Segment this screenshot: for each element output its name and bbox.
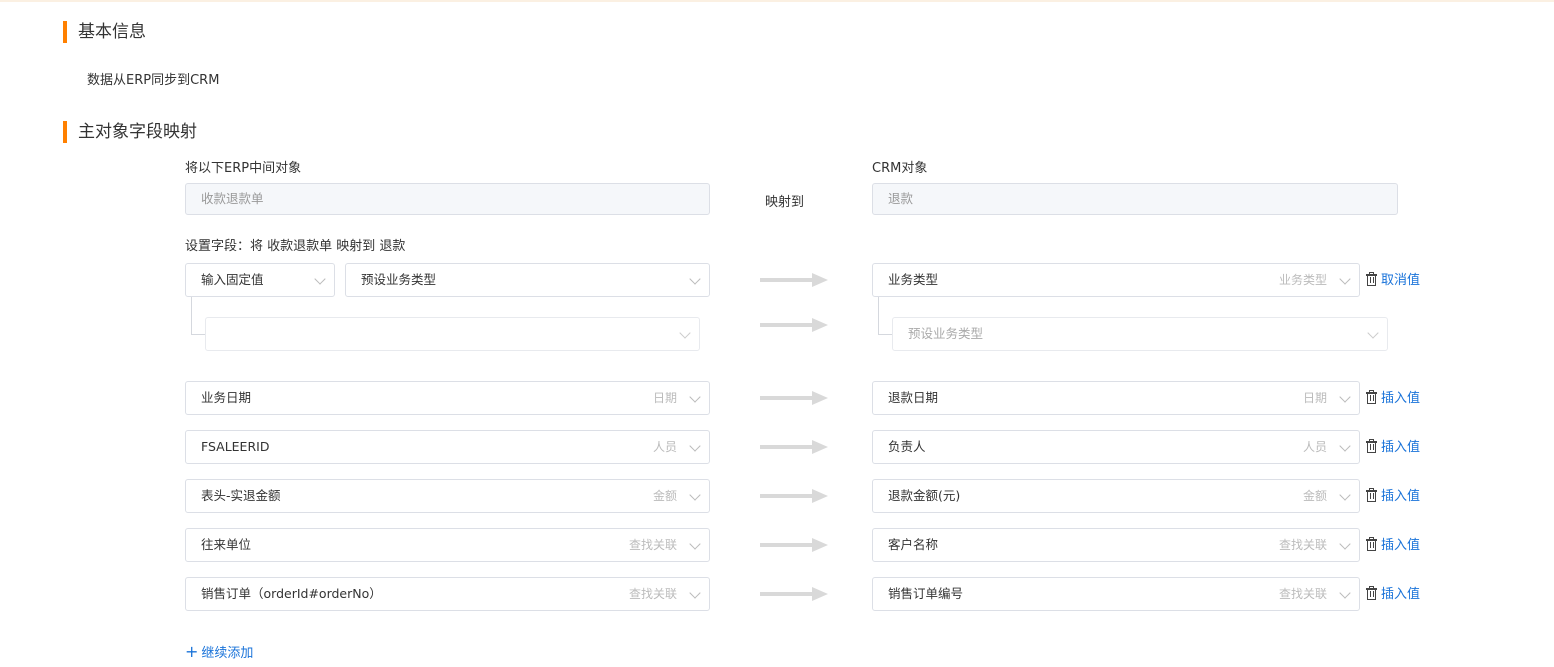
trash-icon (1366, 272, 1377, 286)
chevron-down-icon (1339, 538, 1351, 550)
erp-field-text: 销售订单（orderId#orderNo） (201, 586, 382, 601)
chevron-down-icon (1339, 489, 1351, 501)
chevron-down-icon (1339, 391, 1351, 403)
crm-object-value: 退款 (888, 191, 914, 206)
chevron-down-icon (689, 538, 701, 550)
erp-field-text: 往来单位 (201, 537, 252, 552)
mapping-arrow-icon (760, 391, 828, 405)
erp-field-select[interactable]: 销售订单（orderId#orderNo） 查找关联 (185, 577, 710, 611)
insert-value-button[interactable]: 插入值 (1366, 487, 1420, 507)
insert-value-button[interactable]: 插入值 (1366, 389, 1420, 409)
insert-value-button[interactable]: 插入值 (1366, 438, 1420, 458)
trash-icon (1366, 390, 1377, 404)
insert-value-button[interactable]: 插入值 (1366, 536, 1420, 556)
value-mode-text: 输入固定值 (201, 272, 264, 287)
crm-field-text: 销售订单编号 (888, 586, 964, 601)
chevron-down-icon (1339, 273, 1351, 285)
mapping-arrow-icon (760, 489, 828, 503)
chevron-down-icon (689, 440, 701, 452)
erp-sub-select[interactable] (205, 317, 700, 351)
crm-field-type-hint: 查找关联 (1278, 587, 1327, 601)
erp-field-type-hint: 查找关联 (628, 587, 677, 601)
erp-field-select[interactable]: FSALEERID 人员 (185, 430, 710, 464)
add-more-label: 继续添加 (201, 646, 254, 661)
erp-field-type-hint: 日期 (652, 391, 677, 405)
cancel-value-button[interactable]: 取消值 (1366, 271, 1420, 291)
crm-field-text: 退款金额(元) (888, 488, 961, 503)
crm-field-type-hint: 查找关联 (1278, 538, 1327, 552)
erp-field-type-hint: 金额 (652, 489, 677, 503)
mapping-arrow-icon (760, 538, 828, 552)
crm-field-text: 客户名称 (888, 537, 939, 552)
crm-object-input: 退款 (872, 183, 1398, 215)
insert-value-label: 插入值 (1381, 489, 1421, 504)
mapping-arrow-icon (760, 273, 828, 287)
crm-field-select[interactable]: 客户名称 查找关联 (872, 528, 1360, 562)
value-mode-select[interactable]: 输入固定值 (185, 263, 335, 297)
crm-field-type-hint: 业务类型 (1278, 273, 1327, 287)
cancel-value-label: 取消值 (1381, 273, 1421, 288)
add-more-button[interactable]: + 继续添加 (185, 642, 253, 661)
crm-object-label: CRM对象 (872, 161, 928, 176)
chevron-down-icon (689, 273, 701, 285)
chevron-down-icon (689, 391, 701, 403)
erp-object-value: 收款退款单 (201, 191, 264, 206)
trash-icon (1366, 439, 1377, 453)
erp-object-label: 将以下ERP中间对象 (185, 161, 302, 176)
tree-connector (878, 297, 892, 335)
insert-value-label: 插入值 (1381, 391, 1421, 406)
crm-field-select[interactable]: 退款日期 日期 (872, 381, 1360, 415)
erp-field-text: FSALEERID (201, 439, 270, 454)
set-fields-label: 设置字段：将 收款退款单 映射到 退款 (185, 239, 406, 254)
crm-field-type-hint: 日期 (1302, 391, 1327, 405)
chevron-down-icon (1367, 327, 1379, 339)
erp-field-select[interactable]: 业务日期 日期 (185, 381, 710, 415)
erp-field-select[interactable]: 往来单位 查找关联 (185, 528, 710, 562)
crm-field-select[interactable]: 销售订单编号 查找关联 (872, 577, 1360, 611)
erp-field-type-hint: 人员 (652, 440, 677, 454)
section-title-field-mapping: 主对象字段映射 (63, 120, 197, 144)
crm-field-select[interactable]: 退款金额(元) 金额 (872, 479, 1360, 513)
mapping-arrow-icon (760, 318, 828, 332)
crm-field-type-hint: 人员 (1302, 440, 1327, 454)
chevron-down-icon (1339, 440, 1351, 452)
erp-field-text: 表头-实退金额 (201, 488, 281, 503)
plus-icon: + (185, 642, 199, 661)
insert-value-label: 插入值 (1381, 440, 1421, 455)
trash-icon (1366, 537, 1377, 551)
crm-field-select[interactable]: 负责人 人员 (872, 430, 1360, 464)
crm-field-type-hint: 金额 (1302, 489, 1327, 503)
maps-to-label: 映射到 (765, 195, 805, 210)
chevron-down-icon (689, 587, 701, 599)
crm-field-text: 负责人 (888, 439, 926, 454)
trash-icon (1366, 586, 1377, 600)
top-divider (0, 0, 1554, 2)
crm-field-select-business-type[interactable]: 业务类型 业务类型 (872, 263, 1360, 297)
insert-value-label: 插入值 (1381, 538, 1421, 553)
sync-direction-text: 数据从ERP同步到CRM (87, 73, 220, 88)
insert-value-button[interactable]: 插入值 (1366, 585, 1420, 605)
trash-icon (1366, 488, 1377, 502)
mapping-arrow-icon (760, 440, 828, 454)
erp-field-text: 业务日期 (201, 390, 252, 405)
chevron-down-icon (689, 489, 701, 501)
chevron-down-icon (1339, 587, 1351, 599)
section-title-basic-info: 基本信息 (63, 20, 146, 44)
chevron-down-icon (679, 327, 691, 339)
erp-field-type-hint: 查找关联 (628, 538, 677, 552)
mapping-arrow-icon (760, 587, 828, 601)
tree-connector (191, 297, 205, 335)
crm-sub-placeholder: 预设业务类型 (908, 326, 984, 341)
crm-sub-select[interactable]: 预设业务类型 (892, 317, 1388, 351)
erp-field-select[interactable]: 表头-实退金额 金额 (185, 479, 710, 513)
fixed-value-text: 预设业务类型 (361, 272, 437, 287)
erp-object-input: 收款退款单 (185, 183, 710, 215)
insert-value-label: 插入值 (1381, 587, 1421, 602)
crm-field-text: 退款日期 (888, 390, 939, 405)
crm-field-text: 业务类型 (888, 272, 939, 287)
fixed-value-select[interactable]: 预设业务类型 (345, 263, 710, 297)
chevron-down-icon (314, 273, 326, 285)
